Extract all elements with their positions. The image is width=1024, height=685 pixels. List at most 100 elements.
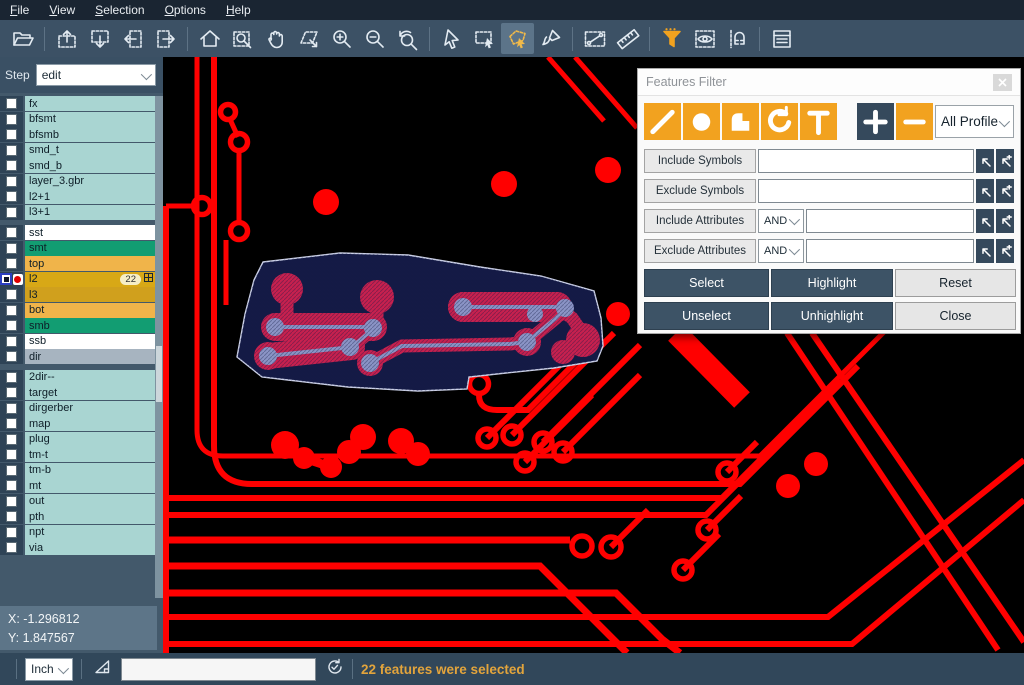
layer-visibility-checkbox[interactable] <box>6 480 17 491</box>
menu-view[interactable]: View <box>39 1 85 19</box>
layer-row-layer_3.gbr[interactable]: layer_3.gbr <box>0 174 155 189</box>
layer-label[interactable]: smb <box>25 318 155 333</box>
layer-row-dirgerber[interactable]: dirgerber <box>0 401 155 416</box>
layer-row-smt[interactable]: smt <box>0 241 155 256</box>
layer-visibility-checkbox[interactable] <box>6 243 17 254</box>
exclude-attributes-pick-add-button[interactable] <box>996 239 1014 263</box>
layer-label[interactable]: l222 <box>25 272 155 287</box>
select-rectangle-button[interactable] <box>468 23 501 54</box>
layer-row-via[interactable]: via <box>0 540 155 555</box>
include-attributes-pick-button[interactable] <box>976 209 994 233</box>
layer-visibility-checkbox[interactable] <box>6 434 17 445</box>
layer-visibility-checkbox[interactable] <box>6 227 17 238</box>
layer-row-2dir--[interactable]: 2dir-- <box>0 370 155 385</box>
layer-row-smd_b[interactable]: smd_b <box>0 158 155 173</box>
include-symbols-pick-button[interactable] <box>976 149 994 173</box>
line-tool-button[interactable] <box>644 103 681 140</box>
exclude-attributes-button[interactable]: Exclude Attributes <box>644 239 756 263</box>
layer-visibility-checkbox[interactable] <box>6 176 17 187</box>
layer-visibility-checkbox[interactable] <box>6 289 17 300</box>
layer-visibility-checkbox[interactable] <box>6 496 17 507</box>
layer-visibility-checkbox[interactable] <box>0 273 12 285</box>
zoom-out-button[interactable] <box>358 23 391 54</box>
text-tool-button[interactable] <box>800 103 837 140</box>
layer-label[interactable]: sst <box>25 225 155 240</box>
include-attributes-logic-select[interactable]: AND <box>758 209 804 233</box>
dialog-close-button[interactable] <box>993 74 1012 91</box>
layer-row-npt[interactable]: npt <box>0 525 155 540</box>
unhighlight-button[interactable]: Unhighlight <box>771 302 893 330</box>
layer-label[interactable]: pth <box>25 509 155 524</box>
exclude-attributes-pick-button[interactable] <box>976 239 994 263</box>
layer-row-out[interactable]: out <box>0 494 155 509</box>
layer-label[interactable]: ssb <box>25 334 155 349</box>
unselect-button[interactable]: Unselect <box>644 302 769 330</box>
layer-row-bot[interactable]: bot <box>0 303 155 318</box>
layer-label[interactable]: 2dir-- <box>25 370 155 385</box>
exclude-attributes-logic-select[interactable]: AND <box>758 239 804 263</box>
include-attributes-input[interactable] <box>806 209 974 233</box>
layer-visibility-checkbox[interactable] <box>6 511 17 522</box>
layer-row-tm-b[interactable]: tm-b <box>0 463 155 478</box>
remove-filter-button[interactable] <box>896 103 933 140</box>
layer-label[interactable]: smd_t <box>25 143 155 158</box>
layer-row-l3[interactable]: l3 <box>0 287 155 302</box>
pad-tool-button[interactable] <box>683 103 720 140</box>
layer-row-target[interactable]: target <box>0 385 155 400</box>
layer-row-tm-t[interactable]: tm-t <box>0 447 155 462</box>
layer-visibility-checkbox[interactable] <box>6 372 17 383</box>
layer-visibility-checkbox[interactable] <box>6 258 17 269</box>
layer-label[interactable]: npt <box>25 525 155 540</box>
layer-row-dir[interactable]: dir <box>0 349 155 364</box>
layer-row-sst[interactable]: sst <box>0 225 155 240</box>
layer-row-plug[interactable]: plug <box>0 432 155 447</box>
layer-label[interactable]: tm-t <box>25 447 155 462</box>
menu-help[interactable]: Help <box>216 1 261 19</box>
layer-row-pth[interactable]: pth <box>0 509 155 524</box>
include-attributes-button[interactable]: Include Attributes <box>644 209 756 233</box>
layer-visibility-checkbox[interactable] <box>6 114 17 125</box>
layer-row-fx[interactable]: fx <box>0 96 155 111</box>
exclude-symbols-button[interactable]: Exclude Symbols <box>644 179 756 203</box>
layer-label[interactable]: bot <box>25 303 155 318</box>
layer-label[interactable]: l2+1 <box>25 189 155 204</box>
layer-label[interactable]: bfsmt <box>25 112 155 127</box>
layer-label[interactable]: tm-b <box>25 463 155 478</box>
profile-select[interactable]: All Profile <box>935 105 1014 138</box>
select-arrow-button[interactable] <box>435 23 468 54</box>
layer-visibility-checkbox[interactable] <box>6 403 17 414</box>
include-symbols-input[interactable] <box>758 149 974 173</box>
scroll-down-button[interactable] <box>83 23 116 54</box>
scroll-up-button[interactable] <box>50 23 83 54</box>
zoom-area-button[interactable] <box>226 23 259 54</box>
layer-visibility-checkbox[interactable] <box>6 320 17 331</box>
paint-brush-button[interactable] <box>534 23 567 54</box>
command-input[interactable] <box>121 658 316 681</box>
layer-row-smb[interactable]: smb <box>0 318 155 333</box>
measure-ruler-button[interactable] <box>611 23 644 54</box>
layer-label[interactable]: bfsmb <box>25 127 155 142</box>
select-button[interactable]: Select <box>644 269 769 297</box>
menu-options[interactable]: Options <box>155 1 216 19</box>
menu-selection[interactable]: Selection <box>85 1 154 19</box>
layer-visibility-checkbox[interactable] <box>6 542 17 553</box>
layer-visibility-checkbox[interactable] <box>6 351 17 362</box>
layer-label[interactable]: l3 <box>25 287 155 302</box>
layer-visibility-checkbox[interactable] <box>6 387 17 398</box>
layer-label[interactable]: via <box>25 540 155 555</box>
view-options-button[interactable] <box>688 23 721 54</box>
layer-row-bfsmt[interactable]: bfsmt <box>0 112 155 127</box>
layer-scrollbar[interactable] <box>155 96 163 598</box>
scroll-left-button[interactable] <box>116 23 149 54</box>
exclude-symbols-pick-add-button[interactable] <box>996 179 1014 203</box>
include-symbols-pick-add-button[interactable] <box>996 149 1014 173</box>
scrollbar-thumb[interactable] <box>156 346 162 402</box>
layer-visibility-checkbox[interactable] <box>6 336 17 347</box>
angle-measure-icon[interactable] <box>94 659 111 680</box>
home-view-button[interactable] <box>193 23 226 54</box>
layer-visibility-checkbox[interactable] <box>6 207 17 218</box>
layer-visibility-checkbox[interactable] <box>6 527 17 538</box>
add-filter-button[interactable] <box>857 103 894 140</box>
snap-mode-button[interactable] <box>721 23 754 54</box>
menu-file[interactable]: File <box>0 1 39 19</box>
